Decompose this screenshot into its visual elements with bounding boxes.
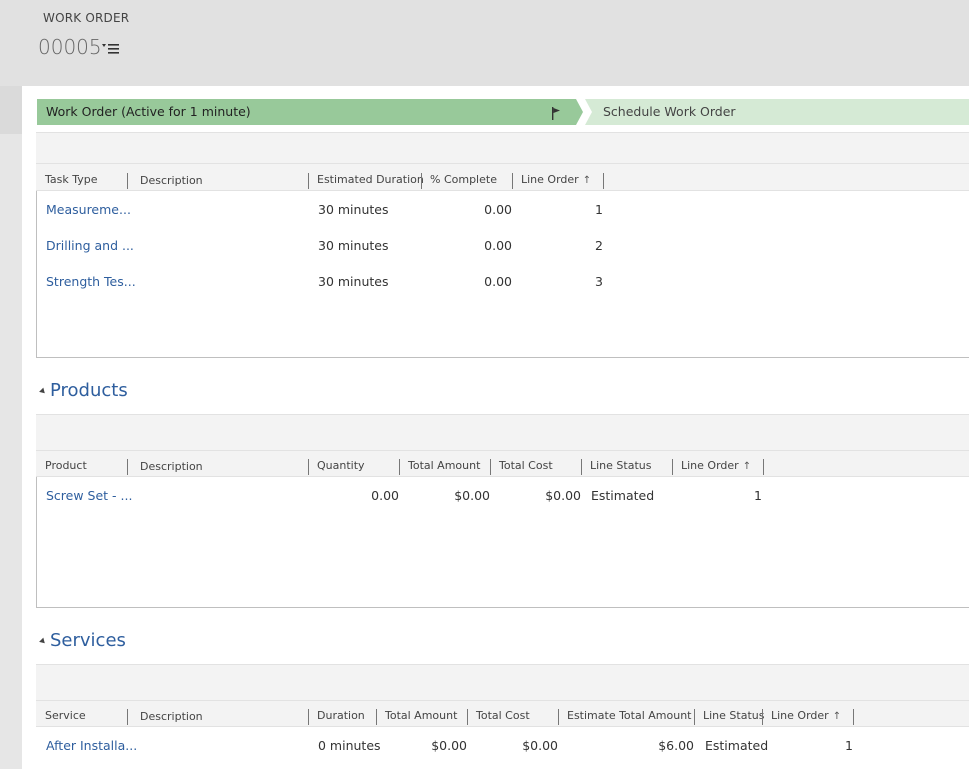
work-order-page: WORK ORDER 00005 Work Order (Active for … bbox=[0, 0, 969, 769]
list-menu-icon[interactable] bbox=[102, 41, 120, 55]
col-service[interactable]: Service bbox=[45, 709, 86, 722]
col-product[interactable]: Product bbox=[45, 459, 87, 472]
task-type-link[interactable]: Measureme... bbox=[46, 202, 131, 217]
col-separator[interactable] bbox=[762, 709, 763, 725]
col-separator[interactable] bbox=[308, 173, 309, 189]
col-estimated-duration[interactable]: Estimated Duration bbox=[317, 173, 424, 186]
col-separator[interactable] bbox=[399, 459, 400, 475]
service-estimate-total-amount: $6.00 bbox=[658, 738, 694, 753]
col-description[interactable]: Description bbox=[140, 710, 203, 723]
grid-border bbox=[36, 567, 37, 608]
col-total-amount[interactable]: Total Amount bbox=[385, 709, 457, 722]
col-total-cost[interactable]: Total Cost bbox=[499, 459, 553, 472]
col-line-order-label: Line Order bbox=[681, 459, 739, 472]
record-header: WORK ORDER 00005 bbox=[0, 0, 969, 86]
service-total-cost: $0.00 bbox=[522, 738, 558, 753]
col-estimate-total-amount[interactable]: Estimate Total Amount bbox=[567, 709, 692, 722]
col-separator[interactable] bbox=[127, 459, 128, 475]
col-line-status[interactable]: Line Status bbox=[703, 709, 764, 722]
products-section-title[interactable]: Products bbox=[50, 380, 128, 401]
grid-border bbox=[36, 318, 37, 358]
col-line-order[interactable]: Line Order ↑ bbox=[521, 173, 591, 186]
sort-ascending-icon: ↑ bbox=[742, 461, 752, 472]
col-description[interactable]: Description bbox=[140, 174, 203, 187]
col-separator[interactable] bbox=[853, 709, 854, 725]
services-section-title[interactable]: Services bbox=[50, 630, 126, 651]
service-total-amount: $0.00 bbox=[431, 738, 467, 753]
col-total-amount[interactable]: Total Amount bbox=[408, 459, 480, 472]
col-separator[interactable] bbox=[694, 709, 695, 725]
products-grid-toolbar bbox=[36, 414, 969, 451]
service-duration: 0 minutes bbox=[318, 738, 381, 753]
task-type-link[interactable]: Drilling and ... bbox=[46, 238, 134, 253]
tasks-grid bbox=[36, 164, 969, 358]
product-link[interactable]: Screw Set - ... bbox=[46, 488, 132, 503]
flag-icon[interactable] bbox=[551, 105, 561, 120]
col-separator[interactable] bbox=[127, 173, 128, 189]
col-percent-complete[interactable]: % Complete bbox=[430, 173, 497, 186]
col-line-order-label: Line Order bbox=[521, 173, 579, 186]
task-line-order: 1 bbox=[595, 202, 603, 217]
task-duration: 30 minutes bbox=[318, 238, 389, 253]
task-duration: 30 minutes bbox=[318, 274, 389, 289]
col-description[interactable]: Description bbox=[140, 460, 203, 473]
sort-ascending-icon: ↑ bbox=[582, 175, 592, 186]
task-line-order: 3 bbox=[595, 274, 603, 289]
product-line-status: Estimated bbox=[591, 488, 655, 503]
tasks-grid-toolbar bbox=[36, 132, 969, 164]
product-quantity: 0.00 bbox=[371, 488, 399, 503]
left-gutter bbox=[0, 86, 22, 769]
task-complete: 0.00 bbox=[484, 202, 512, 217]
col-quantity[interactable]: Quantity bbox=[317, 459, 365, 472]
entity-label: WORK ORDER bbox=[43, 11, 130, 25]
col-separator[interactable] bbox=[490, 459, 491, 475]
col-line-order[interactable]: Line Order ↑ bbox=[681, 459, 751, 472]
col-separator[interactable] bbox=[421, 173, 422, 189]
col-separator[interactable] bbox=[581, 459, 582, 475]
col-separator[interactable] bbox=[467, 709, 468, 725]
service-link[interactable]: After Installa... bbox=[46, 738, 137, 753]
col-separator[interactable] bbox=[127, 709, 128, 725]
col-separator[interactable] bbox=[672, 459, 673, 475]
service-line-status: Estimated bbox=[705, 738, 769, 753]
col-line-order-label: Line Order bbox=[771, 709, 829, 722]
col-duration[interactable]: Duration bbox=[317, 709, 365, 722]
sort-ascending-icon: ↑ bbox=[832, 711, 842, 722]
col-separator[interactable] bbox=[763, 459, 764, 475]
col-total-cost[interactable]: Total Cost bbox=[476, 709, 530, 722]
col-separator[interactable] bbox=[558, 709, 559, 725]
task-line-order: 2 bbox=[595, 238, 603, 253]
task-complete: 0.00 bbox=[484, 238, 512, 253]
col-task-type[interactable]: Task Type bbox=[45, 173, 98, 186]
col-separator[interactable] bbox=[376, 709, 377, 725]
process-stage-next[interactable]: Schedule Work Order bbox=[603, 104, 736, 119]
col-separator[interactable] bbox=[308, 709, 309, 725]
task-type-link[interactable]: Strength Tes... bbox=[46, 274, 136, 289]
product-total-amount: $0.00 bbox=[454, 488, 490, 503]
product-line-order: 1 bbox=[754, 488, 762, 503]
process-stage-active-label: Work Order (Active for 1 minute) bbox=[46, 104, 251, 119]
col-line-order[interactable]: Line Order ↑ bbox=[771, 709, 841, 722]
col-separator[interactable] bbox=[603, 173, 604, 189]
task-complete: 0.00 bbox=[484, 274, 512, 289]
col-line-status[interactable]: Line Status bbox=[590, 459, 651, 472]
col-separator[interactable] bbox=[512, 173, 513, 189]
left-gutter-top bbox=[0, 86, 22, 134]
record-id: 00005 bbox=[38, 35, 102, 59]
task-duration: 30 minutes bbox=[318, 202, 389, 217]
product-total-cost: $0.00 bbox=[545, 488, 581, 503]
service-line-order: 1 bbox=[845, 738, 853, 753]
col-separator[interactable] bbox=[308, 459, 309, 475]
services-grid-toolbar bbox=[36, 664, 969, 701]
